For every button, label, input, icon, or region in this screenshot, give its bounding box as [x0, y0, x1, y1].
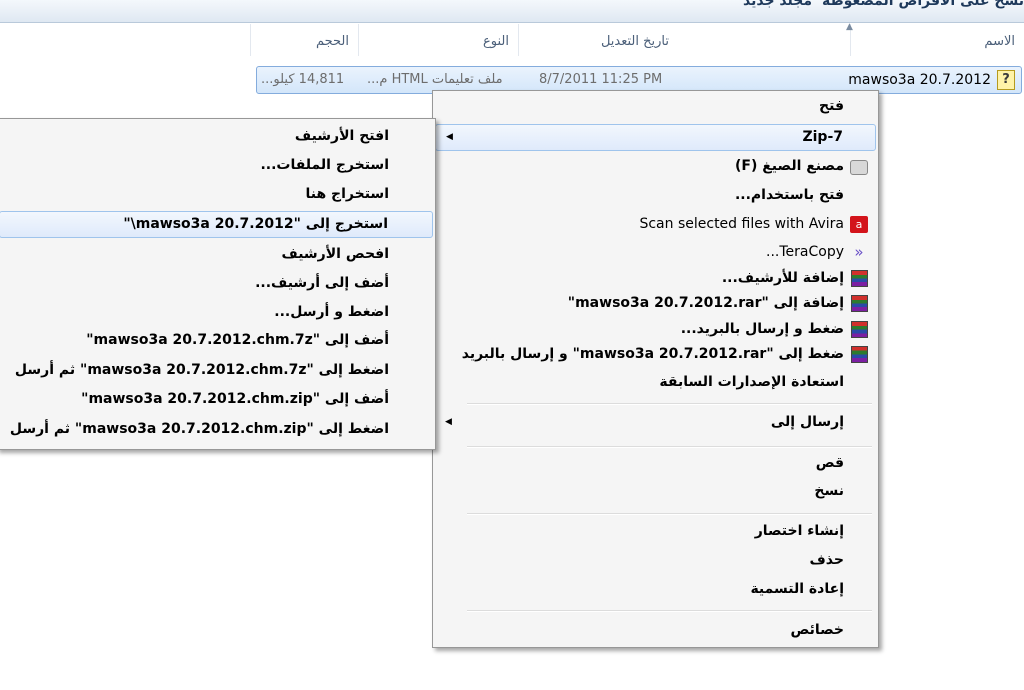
camera-icon [850, 160, 868, 175]
column-header-name[interactable]: الاسم [850, 24, 1024, 56]
menu-item-rename[interactable]: إعادة التسمية [435, 577, 876, 602]
winrar-icon [851, 346, 868, 363]
column-header-size[interactable]: الحجم [250, 24, 359, 56]
menu-item-copy[interactable]: نسخ [435, 479, 876, 504]
file-size: 14,811 كيلو... [261, 72, 345, 87]
menu-item-7zip[interactable]: Zip-7 ◀ [435, 124, 876, 151]
menu-item-format-factory[interactable]: مصنع الصيغ (F) [435, 154, 876, 179]
submenu-arrow-icon: ◀ [445, 417, 452, 427]
menu-item-add-archive[interactable]: إضافة للأرشيف... [435, 266, 876, 291]
menu-item-send-to[interactable]: إرسال إلى ◀ [435, 410, 876, 435]
menu-item-compress-rar-email[interactable]: ضغط إلى "mawso3a 20.7.2012.rar" و إرسال … [435, 342, 876, 367]
file-name: mawso3a 20.7.2012 [848, 72, 991, 88]
menu-item-compress-email[interactable]: ضغط و إرسال بالبريد... [435, 317, 876, 342]
column-header-type[interactable]: النوع [358, 24, 519, 56]
sort-up-icon: ▲ [846, 22, 853, 32]
teracopy-icon: « [854, 243, 864, 261]
menu-item-avira-scan[interactable]: a Scan selected files with Avira [435, 212, 876, 237]
submenu-item-add-7z[interactable]: أضف إلى "mawso3a 20.7.2012.chm.7z" [0, 328, 433, 353]
submenu-item-extract-files[interactable]: استخرج الملفات... [0, 153, 433, 178]
submenu-item-compress-7z-email[interactable]: اضغط إلى "mawso3a 20.7.2012.chm.7z" ثم أ… [0, 358, 433, 383]
submenu-item-add-to-archive[interactable]: أضف إلى أرشيف... [0, 271, 433, 296]
submenu-item-add-zip[interactable]: أضف إلى "mawso3a 20.7.2012.chm.zip" [0, 387, 433, 412]
submenu-item-open-archive[interactable]: افتح الأرشيف [0, 124, 433, 149]
7zip-submenu: افتح الأرشيف استخرج الملفات... استخراج ه… [0, 118, 436, 450]
file-type: ملف تعليمات HTML م... [367, 72, 503, 87]
new-folder-button[interactable]: مجلد جديد [743, 0, 812, 9]
winrar-icon [851, 295, 868, 312]
file-date: 8/7/2011 11:25 PM [539, 72, 663, 87]
command-bar: نسخ على الأقراص المضغوطة مجلد جديد [0, 0, 1024, 23]
menu-item-teracopy[interactable]: « TeraCopy... [435, 240, 876, 265]
menu-item-cut[interactable]: قص [435, 451, 876, 476]
submenu-item-compress-email[interactable]: اضغط و أرسل... [0, 300, 433, 325]
menu-item-create-shortcut[interactable]: إنشاء اختصار [435, 519, 876, 544]
burn-button[interactable]: نسخ على الأقراص المضغوطة [822, 0, 1024, 9]
submenu-arrow-icon: ◀ [446, 132, 453, 142]
submenu-item-extract-to[interactable]: استخرج إلى "mawso3a 20.7.2012\" [0, 211, 433, 238]
submenu-item-extract-here[interactable]: استخراج هنا [0, 182, 433, 207]
menu-item-add-rar[interactable]: إضافة إلى "mawso3a 20.7.2012.rar" [435, 291, 876, 316]
context-menu: فتح Zip-7 ◀ مصنع الصيغ (F) فتح باستخدام.… [432, 90, 879, 648]
menu-item-delete[interactable]: حذف [435, 548, 876, 573]
menu-item-open-with[interactable]: فتح باستخدام... [435, 183, 876, 208]
avira-icon: a [850, 216, 868, 233]
menu-item-properties[interactable]: خصائص [435, 618, 876, 643]
menu-separator [467, 403, 872, 405]
column-header-date[interactable]: تاريخ التعديل [518, 24, 679, 56]
menu-separator [467, 610, 872, 612]
submenu-item-compress-zip-email[interactable]: اضغط إلى "mawso3a 20.7.2012.chm.zip" ثم … [0, 417, 433, 442]
menu-separator [467, 446, 872, 448]
chm-file-icon: ? [997, 70, 1015, 90]
submenu-item-test-archive[interactable]: افحص الأرشيف [0, 242, 433, 267]
winrar-icon [851, 321, 868, 338]
menu-separator [467, 513, 872, 515]
menu-item-open[interactable]: فتح [435, 94, 876, 119]
winrar-icon [851, 270, 868, 287]
menu-item-restore-versions[interactable]: استعادة الإصدارات السابقة [435, 370, 876, 395]
